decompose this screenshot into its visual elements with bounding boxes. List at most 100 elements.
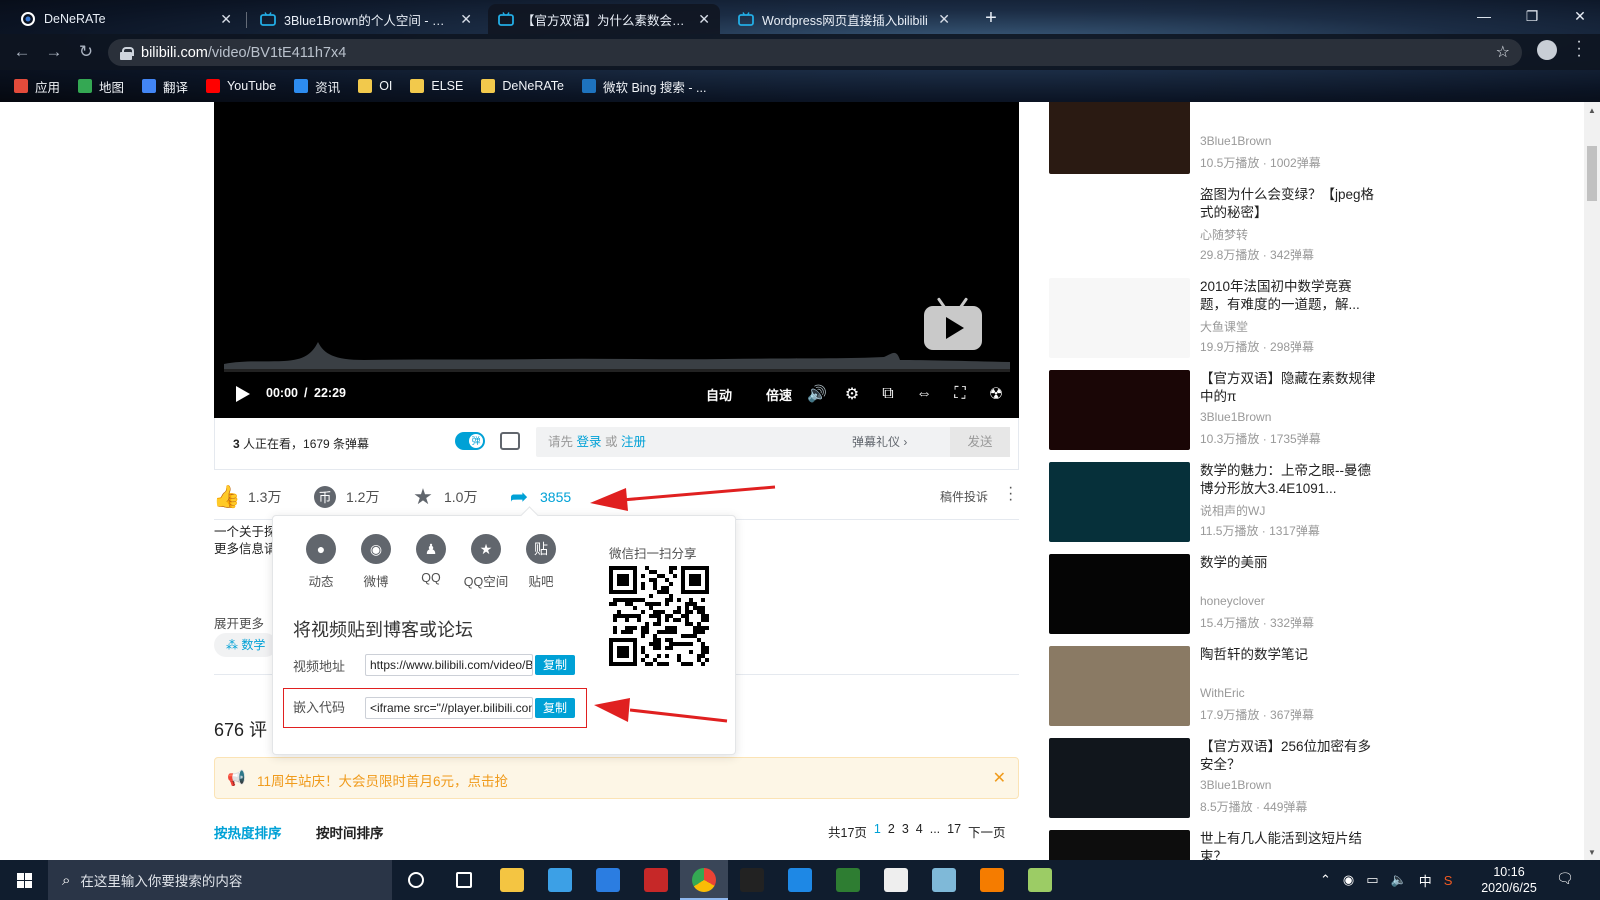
taskbar-app-paint[interactable]: [1016, 860, 1064, 900]
scrollbar-thumb[interactable]: [1587, 146, 1597, 201]
recommendation-title[interactable]: 数学的美丽: [1200, 554, 1376, 572]
recommendation-title[interactable]: 【官方双语】隐藏在素数规律中的π: [1200, 370, 1376, 406]
close-icon[interactable]: ✕: [220, 11, 232, 28]
bookmark-item[interactable]: DeNeRATe: [481, 79, 564, 93]
recommendation-author[interactable]: honeyclover: [1200, 594, 1265, 608]
video-thumbnail[interactable]: [1049, 738, 1190, 818]
recommendation-title[interactable]: 【官方双语】256位加密有多安全？: [1200, 738, 1376, 774]
maximize-icon[interactable]: ❐: [1512, 2, 1552, 30]
web-fullscreen-icon[interactable]: ⛶: [950, 384, 970, 404]
recommendation-item[interactable]: 3Blue1Brown 10.5万播放 · 1002弹幕: [1049, 102, 1379, 176]
taskbar-app-file-explorer[interactable]: [488, 860, 536, 900]
video-thumbnail[interactable]: [1049, 830, 1190, 860]
bookmark-item[interactable]: ELSE: [410, 79, 463, 93]
video-thumbnail[interactable]: [1049, 186, 1190, 266]
play-icon[interactable]: [236, 386, 250, 402]
address-bar[interactable]: bilibili.com/video/BV1tE411h7x4 ☆: [108, 39, 1522, 66]
recommendation-title[interactable]: 盗图为什么会变绿？【jpeg格式的秘密】: [1200, 186, 1376, 222]
video-thumbnail[interactable]: [1049, 102, 1190, 174]
tab-wordpress[interactable]: Wordpress网页直接插入bilibili ✕: [728, 4, 960, 34]
share-to-qzone[interactable]: ★ QQ空间: [458, 534, 514, 590]
taskbar-app-qq[interactable]: [728, 860, 776, 900]
recommendation-item[interactable]: 数学的魅力：上帝之眼--曼德博分形放大3.4E1091... 说相声的WJ 11.5…: [1049, 462, 1379, 544]
taskbar-app-notepad[interactable]: [920, 860, 968, 900]
share-to-tieba[interactable]: 贴贴吧: [513, 534, 569, 590]
scroll-up-arrow-icon[interactable]: ▲: [1588, 106, 1596, 115]
taskbar-app-store[interactable]: [536, 860, 584, 900]
recommendation-author[interactable]: 3Blue1Brown: [1200, 778, 1271, 792]
recommendation-title[interactable]: 数学的魅力：上帝之眼--曼德博分形放大3.4E1091...: [1200, 462, 1376, 498]
recommendation-author[interactable]: 3Blue1Brown: [1200, 134, 1271, 148]
back-arrow-icon[interactable]: ←: [10, 40, 34, 64]
picture-in-picture-icon[interactable]: ⧉: [878, 384, 898, 404]
video-thumbnail[interactable]: [1049, 278, 1190, 358]
recommendation-item[interactable]: 【官方双语】256位加密有多安全？ 3Blue1Brown 8.5万播放 · 449…: [1049, 738, 1379, 820]
new-tab-button[interactable]: +: [978, 6, 1004, 32]
recommendation-item[interactable]: 陶哲轩的数学笔记 WithEric 17.9万播放 · 367弹幕: [1049, 646, 1379, 728]
bookmark-item[interactable]: 翻译: [142, 77, 188, 96]
recommendation-item[interactable]: 数学的美丽 honeyclover 15.4万播放 · 332弹幕: [1049, 554, 1379, 636]
network-icon[interactable]: ▭: [1366, 872, 1378, 888]
share-to-weibo[interactable]: ◉ 微博: [348, 534, 404, 590]
danmaku-send-button[interactable]: 发送: [950, 427, 1010, 457]
video-thumbnail[interactable]: [1049, 462, 1190, 542]
share-to-dynamic[interactable]: ● 动态: [293, 534, 349, 590]
danmaku-toggle[interactable]: 弹: [455, 432, 485, 450]
taskbar-app-git[interactable]: [824, 860, 872, 900]
page-link[interactable]: ...: [930, 822, 940, 841]
close-icon[interactable]: ✕: [698, 11, 710, 28]
close-icon[interactable]: ✕: [460, 11, 472, 28]
recommendation-author[interactable]: 心随梦转: [1200, 226, 1248, 243]
taskbar-app-mail[interactable]: [584, 860, 632, 900]
recommendation-title[interactable]: 陶哲轩的数学笔记: [1200, 646, 1376, 664]
page-link[interactable]: 4: [916, 822, 923, 841]
quality-button[interactable]: 自动: [706, 385, 732, 404]
recommendation-title[interactable]: 2010年法国初中数学竞赛题，有难度的一道题，解...: [1200, 278, 1376, 314]
bookmark-item[interactable]: 微软 Bing 搜索 - ...: [581, 77, 706, 96]
recommendation-title[interactable]: 世上有几人能活到这短片结束？: [1200, 830, 1376, 860]
bookmark-item[interactable]: 应用: [14, 77, 60, 96]
video-thumbnail[interactable]: [1049, 646, 1190, 726]
scroll-down-arrow-icon[interactable]: ▼: [1588, 848, 1596, 857]
bookmark-item[interactable]: YouTube: [206, 79, 276, 93]
expand-more-link[interactable]: 展开更多: [214, 613, 264, 632]
tab-denerate[interactable]: DeNeRATe ✕: [10, 4, 242, 34]
reload-icon[interactable]: ↻: [74, 40, 98, 64]
recommendation-author[interactable]: 说相声的WJ: [1200, 502, 1265, 519]
video-thumbnail[interactable]: [1049, 370, 1190, 450]
volume-icon[interactable]: 🔊: [807, 384, 827, 404]
taskbar-app-chrome[interactable]: [680, 860, 728, 900]
recommendation-author[interactable]: 大鱼课堂: [1200, 318, 1248, 335]
tab-3b1b-space[interactable]: 3Blue1Brown的个人空间 - 哔哩 ✕: [250, 4, 482, 34]
ime-indicator[interactable]: 中: [1419, 871, 1432, 890]
recommendation-author[interactable]: WithEric: [1200, 686, 1245, 700]
taskbar-app-vscode[interactable]: [776, 860, 824, 900]
bookmark-item[interactable]: OI: [358, 79, 392, 93]
qq-tray-icon[interactable]: ◉: [1343, 872, 1354, 888]
share-to-qq[interactable]: ♟ QQ: [403, 534, 459, 585]
taskbar-app-task-view[interactable]: [392, 860, 440, 900]
page-link[interactable]: 17: [947, 822, 961, 841]
progress-waveform[interactable]: [224, 338, 1010, 372]
video-player[interactable]: 00:00 / 22:29 自动 倍速 🔊 ⚙ ⧉ ⇔ ⛶ ☢: [214, 102, 1019, 418]
close-icon[interactable]: ✕: [938, 11, 950, 28]
notification-center-icon[interactable]: 🗨: [1556, 870, 1574, 887]
sogou-ime-icon[interactable]: S: [1444, 873, 1453, 888]
coin-button[interactable]: 币 1.2万: [312, 484, 379, 510]
start-button[interactable]: [0, 860, 48, 900]
share-button[interactable]: ➦ 3855: [506, 484, 571, 510]
register-link[interactable]: 注册: [621, 435, 646, 449]
report-link[interactable]: 稿件投诉: [940, 488, 988, 505]
wechat-qr-code[interactable]: [609, 566, 709, 666]
widescreen-icon[interactable]: ⇔: [914, 384, 934, 404]
recommendation-item[interactable]: 盗图为什么会变绿？【jpeg格式的秘密】 心随梦转 29.8万播放 · 342弹幕: [1049, 186, 1379, 268]
tab-current-video[interactable]: 【官方双语】为什么素数会形成 ✕: [488, 4, 720, 34]
bookmark-star-icon[interactable]: ☆: [1496, 42, 1510, 62]
copy-embed-button[interactable]: 复制: [535, 698, 575, 718]
taskbar-search[interactable]: ⌕ 在这里输入你要搜索的内容: [48, 860, 392, 900]
chevron-up-icon[interactable]: ⌃: [1320, 872, 1331, 888]
fullscreen-icon[interactable]: ☢: [986, 384, 1006, 404]
bookmark-item[interactable]: 地图: [78, 77, 124, 96]
close-window-icon[interactable]: ✕: [1560, 2, 1600, 30]
promo-banner[interactable]: 📢 11周年站庆！大会员限时首月6元，点击抢 ✕: [214, 757, 1019, 799]
